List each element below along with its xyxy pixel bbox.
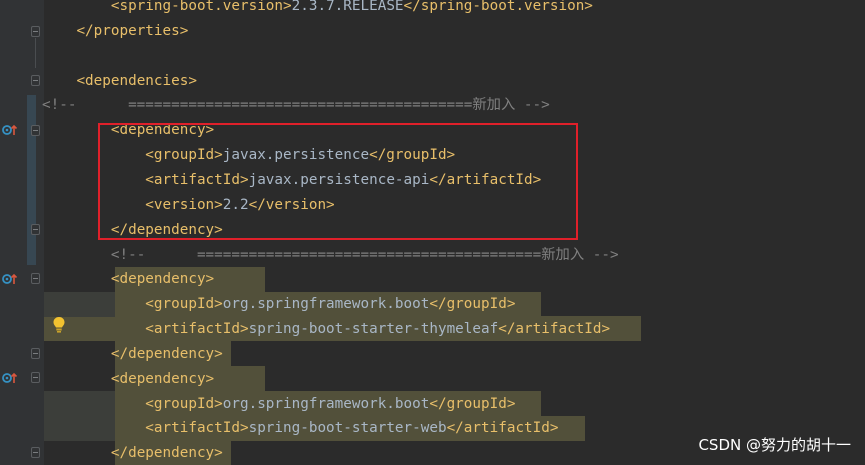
highlight-annotation-box	[98, 123, 578, 240]
xml-tag: <artifactId>	[145, 420, 249, 437]
xml-comment: <!-- ===================================…	[42, 97, 550, 114]
code-line[interactable]: <artifactId>spring-boot-starter-thymelea…	[42, 317, 610, 342]
xml-tag: </groupId>	[429, 395, 516, 412]
xml-tag: </artifactId>	[446, 420, 559, 437]
code-line[interactable]: <!-- ===================================…	[42, 243, 619, 268]
fold-toggle-icon[interactable]	[31, 26, 40, 37]
xml-tag: </spring-boot.version>	[403, 0, 593, 14]
xml-text: spring-boot-starter-thymeleaf	[248, 321, 499, 338]
code-line[interactable]: <!-- ===================================…	[42, 93, 550, 118]
xml-text: 2.3.7.RELEASE	[291, 0, 404, 14]
xml-tag: <groupId>	[145, 395, 223, 412]
fold-toggle-icon[interactable]	[31, 273, 40, 284]
code-line[interactable]: <groupId>org.springframework.boot</group…	[42, 292, 515, 317]
xml-tag: </groupId>	[429, 296, 516, 313]
fold-toggle-icon[interactable]	[31, 372, 40, 383]
xml-tag: </dependency>	[110, 345, 223, 362]
lightbulb-icon[interactable]	[52, 316, 66, 334]
xml-text: org.springframework.boot	[222, 395, 430, 412]
fold-toggle-icon[interactable]	[31, 75, 40, 86]
xml-comment: <!-- ===================================…	[110, 246, 619, 263]
watermark-text: CSDN @努力的胡十一	[698, 436, 851, 454]
vcs-change-bar[interactable]	[27, 95, 36, 265]
xml-tag: </artifactId>	[498, 321, 611, 338]
xml-tag: </properties>	[76, 22, 189, 39]
fold-toggle-icon[interactable]	[31, 224, 40, 235]
fold-toggle-icon[interactable]	[31, 125, 40, 136]
xml-tag: </dependency>	[110, 445, 223, 462]
code-line[interactable]: <artifactId>spring-boot-starter-web</art…	[42, 416, 558, 441]
xml-text: org.springframework.boot	[222, 296, 430, 313]
xml-tag: <artifactId>	[145, 321, 249, 338]
implemented-marker-icon[interactable]	[2, 272, 18, 286]
xml-tag: <dependencies>	[76, 72, 197, 89]
code-line[interactable]: </dependency>	[42, 342, 223, 367]
code-line[interactable]: </dependency>	[42, 441, 223, 465]
code-line[interactable]: <groupId>org.springframework.boot</group…	[42, 392, 515, 417]
xml-tag: <spring-boot.version>	[110, 0, 292, 14]
editor-gutter	[0, 0, 44, 465]
code-line[interactable]: <dependency>	[42, 267, 214, 292]
xml-tag: <groupId>	[145, 296, 223, 313]
code-line[interactable]: </properties>	[42, 19, 188, 44]
code-line[interactable]: <dependencies>	[42, 69, 197, 94]
implemented-marker-icon[interactable]	[2, 123, 18, 137]
code-line[interactable]: <spring-boot.version>2.3.7.RELEASE</spri…	[42, 0, 593, 19]
fold-toggle-icon[interactable]	[31, 348, 40, 359]
xml-tag: <dependency>	[110, 370, 215, 387]
fold-toggle-icon[interactable]	[31, 447, 40, 458]
implemented-marker-icon[interactable]	[2, 371, 18, 385]
code-line[interactable]: <dependency>	[42, 367, 214, 392]
xml-text: spring-boot-starter-web	[248, 420, 447, 437]
xml-tag: <dependency>	[110, 271, 215, 288]
fold-guide	[35, 38, 36, 68]
